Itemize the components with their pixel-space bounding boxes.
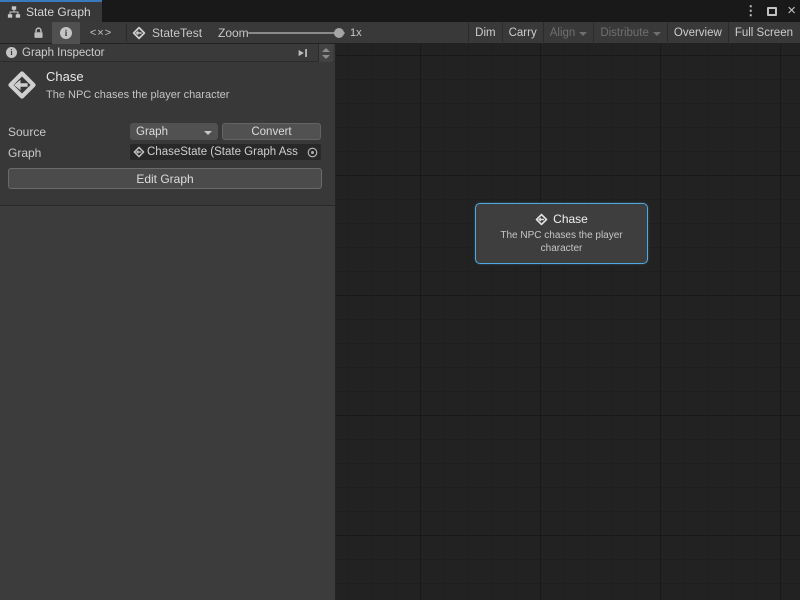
inspector-toggle-button[interactable]: i <box>52 22 80 44</box>
zoom-slider[interactable] <box>248 22 345 44</box>
state-graph-asset-icon <box>133 146 145 158</box>
overview-button[interactable]: Overview <box>667 22 728 44</box>
close-icon[interactable]: × <box>787 0 796 22</box>
info-icon: i <box>6 47 17 58</box>
lock-button[interactable] <box>26 22 50 44</box>
carry-button[interactable]: Carry <box>502 22 543 44</box>
object-picker-icon[interactable] <box>306 146 319 159</box>
convert-button[interactable]: Convert <box>222 123 321 140</box>
graph-object-field[interactable]: ChaseState (State Graph Ass <box>130 144 321 160</box>
source-dropdown-value: Graph <box>136 126 204 138</box>
state-graph-icon <box>132 26 146 40</box>
dock-sidebar-button[interactable] <box>293 45 313 61</box>
dock-arrow-icon <box>296 46 310 60</box>
tab-title: State Graph <box>26 5 91 19</box>
panel-scroll-spinner[interactable] <box>318 44 333 62</box>
zoom-slider-handle[interactable] <box>334 28 344 38</box>
titlebar: State Graph ⋮ × <box>0 0 800 22</box>
node-title-row: Chase <box>476 212 647 226</box>
hierarchy-graph-icon <box>7 5 21 19</box>
info-icon: i <box>60 27 72 39</box>
state-unit-icon <box>535 213 548 226</box>
state-graph-window: State Graph ⋮ × i <×> StateTest Zoom <box>0 0 800 600</box>
source-label: Source <box>8 125 46 139</box>
source-dropdown[interactable]: Graph <box>130 123 218 140</box>
graph-object-value: ChaseState (State Graph Ass <box>147 146 304 158</box>
distribute-button[interactable]: Distribute <box>593 22 667 44</box>
chevron-down-icon <box>204 131 212 135</box>
edit-graph-button[interactable]: Edit Graph <box>8 168 322 189</box>
graph-canvas[interactable]: Chase The NPC chases the player characte… <box>336 44 800 600</box>
tab-state-graph[interactable]: State Graph <box>0 0 102 22</box>
chevron-down-icon <box>579 32 587 36</box>
chevron-down-icon <box>653 32 661 36</box>
node-description: The NPC chases the player character <box>476 229 647 255</box>
zoom-label: Zoom <box>218 22 249 44</box>
inspector-empty-area <box>0 206 335 600</box>
maximize-icon[interactable] <box>767 7 777 16</box>
graph-breadcrumb[interactable]: StateTest <box>132 22 202 44</box>
graph-inspector-panel: i Graph Inspector Chase The NPC chases t… <box>0 44 336 600</box>
graph-name: StateTest <box>152 26 202 40</box>
chevron-down-icon <box>322 55 330 59</box>
toolbar-right-buttons: Dim Carry Align Distribute Overview Full… <box>468 22 799 44</box>
inspector-title: Graph Inspector <box>22 47 104 59</box>
zoom-value: 1x <box>350 22 362 44</box>
values-toggle-button[interactable]: <×> <box>80 22 122 44</box>
graph-toolbar: i <×> StateTest Zoom 1x Dim Carry Align … <box>0 22 800 44</box>
state-summary: Chase The NPC chases the player characte… <box>0 62 335 122</box>
state-description: The NPC chases the player character <box>46 89 229 101</box>
lock-icon <box>32 26 45 40</box>
dim-button[interactable]: Dim <box>468 22 501 44</box>
graph-label: Graph <box>8 146 41 160</box>
align-button[interactable]: Align <box>543 22 594 44</box>
zoom-slider-track <box>248 32 345 34</box>
node-title: Chase <box>553 212 588 226</box>
state-unit-icon <box>7 70 37 100</box>
chevron-up-icon <box>322 48 330 52</box>
state-title: Chase <box>46 69 84 84</box>
graph-inspector-header: i Graph Inspector <box>0 44 335 62</box>
window-menu-icon[interactable]: ⋮ <box>744 0 757 22</box>
state-node-chase[interactable]: Chase The NPC chases the player characte… <box>475 203 648 264</box>
full-screen-button[interactable]: Full Screen <box>728 22 799 44</box>
